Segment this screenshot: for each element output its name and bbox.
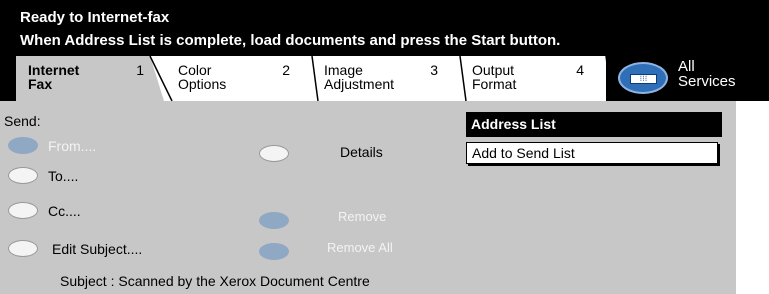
all-services-button[interactable]: ⁝⁝⁝ All Services [606,56,769,101]
address-list-title: Address List [466,112,722,137]
subject-line: Subject : Scanned by the Xerox Document … [60,273,370,289]
cc-button[interactable]: Cc.... [8,202,81,219]
internet-fax-panel: Send: From.... To.... Cc.... Edit Subjec… [0,101,736,294]
to-button[interactable]: To.... [8,167,78,184]
send-label: Send: [4,113,41,129]
pill-icon [8,240,38,257]
details-button[interactable] [259,145,289,162]
edit-subject-button[interactable]: Edit Subject.... [8,240,142,257]
from-button[interactable]: From.... [8,137,96,154]
remove-all-button[interactable] [259,243,289,260]
pill-icon [8,137,38,154]
remove-all-label: Remove All [327,240,393,255]
address-list: Address List Add to Send List [466,112,722,164]
keypad-icon: ⁝⁝⁝ [618,62,668,94]
address-list-item-add[interactable]: Add to Send List [466,142,718,164]
status-message: Ready to Internet-fax [20,9,170,26]
instruction-message: When Address List is complete, load docu… [20,32,561,49]
remove-button[interactable] [259,212,289,229]
remove-label: Remove [338,209,387,224]
pill-icon [8,167,38,184]
pill-icon [8,202,38,219]
all-services-label: All Services [678,58,736,90]
panel-edge [736,101,769,294]
tab-separators [149,56,613,101]
screen: Ready to Internet-fax When Address List … [0,0,769,294]
details-label: Details [340,144,383,160]
